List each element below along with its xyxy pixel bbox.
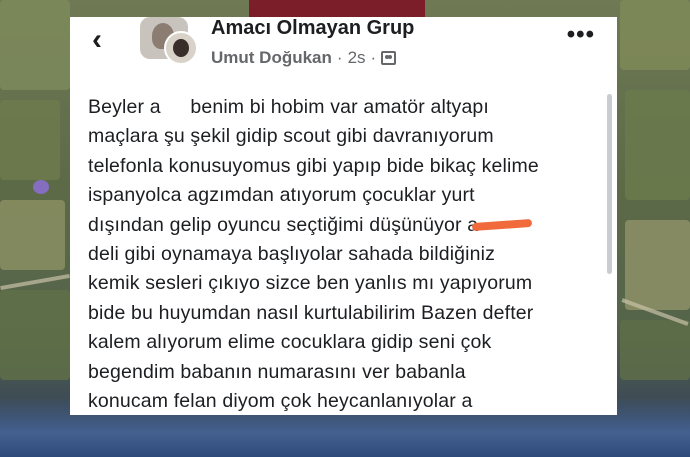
post-time[interactable]: 2s	[348, 48, 366, 68]
post-line: deli gibi oynamaya başlıyolar sahada bil…	[88, 243, 496, 266]
scrollbar[interactable]	[607, 94, 612, 274]
post-line: bide bu huyumdan nasıl kurtulabilirim Ba…	[88, 301, 534, 324]
post-line: kemik sesleri çıkıyo sizce ben yanlıs mı…	[88, 272, 533, 295]
post-body: Beyler a benim bi hobim var amatör altya…	[88, 93, 603, 415]
back-button[interactable]: ‹	[92, 25, 102, 55]
chevron-left-icon: ‹	[92, 23, 102, 56]
user-avatar[interactable]	[164, 31, 198, 65]
redacted-text	[161, 100, 185, 116]
post-line: kalem alıyorum elime cocuklara gidip sen…	[88, 331, 492, 354]
purple-object-icon	[33, 180, 49, 194]
post-line: dışından gelip oyuncu seçtiğimi düşünüyo…	[88, 211, 603, 240]
more-options-button[interactable]: •••	[567, 21, 595, 49]
post-line: konucam felan diyom çok heycanlanıyolar …	[88, 390, 473, 413]
post-header: ‹ Amacı Olmayan Grup Umut Doğukan · 2s ·…	[70, 17, 617, 87]
post-line: telefonla konusuyomus gibi yapıp bide bi…	[88, 154, 539, 177]
post-line: maçlara şu şekil gidip scout gibi davran…	[88, 125, 494, 148]
group-name-link[interactable]: Amacı Olmayan Grup	[211, 17, 414, 40]
meta-separator: ·	[336, 48, 343, 67]
meta-separator-2: ·	[370, 48, 377, 67]
facebook-post-card: ‹ Amacı Olmayan Grup Umut Doğukan · 2s ·…	[70, 17, 617, 415]
background-strip	[249, 0, 425, 17]
redaction-scribble	[471, 219, 533, 232]
post-line: ispanyolca agzımdan atıyorum çocuklar yu…	[88, 184, 475, 207]
author-name-link[interactable]: Umut Doğukan	[211, 48, 332, 68]
group-icon	[381, 51, 397, 65]
post-line: begendim babanın numarasını ver babanla	[88, 360, 466, 383]
post-meta: Umut Doğukan · 2s ·	[211, 48, 397, 68]
post-line: Beyler a benim bi hobim var amatör altya…	[88, 96, 489, 118]
